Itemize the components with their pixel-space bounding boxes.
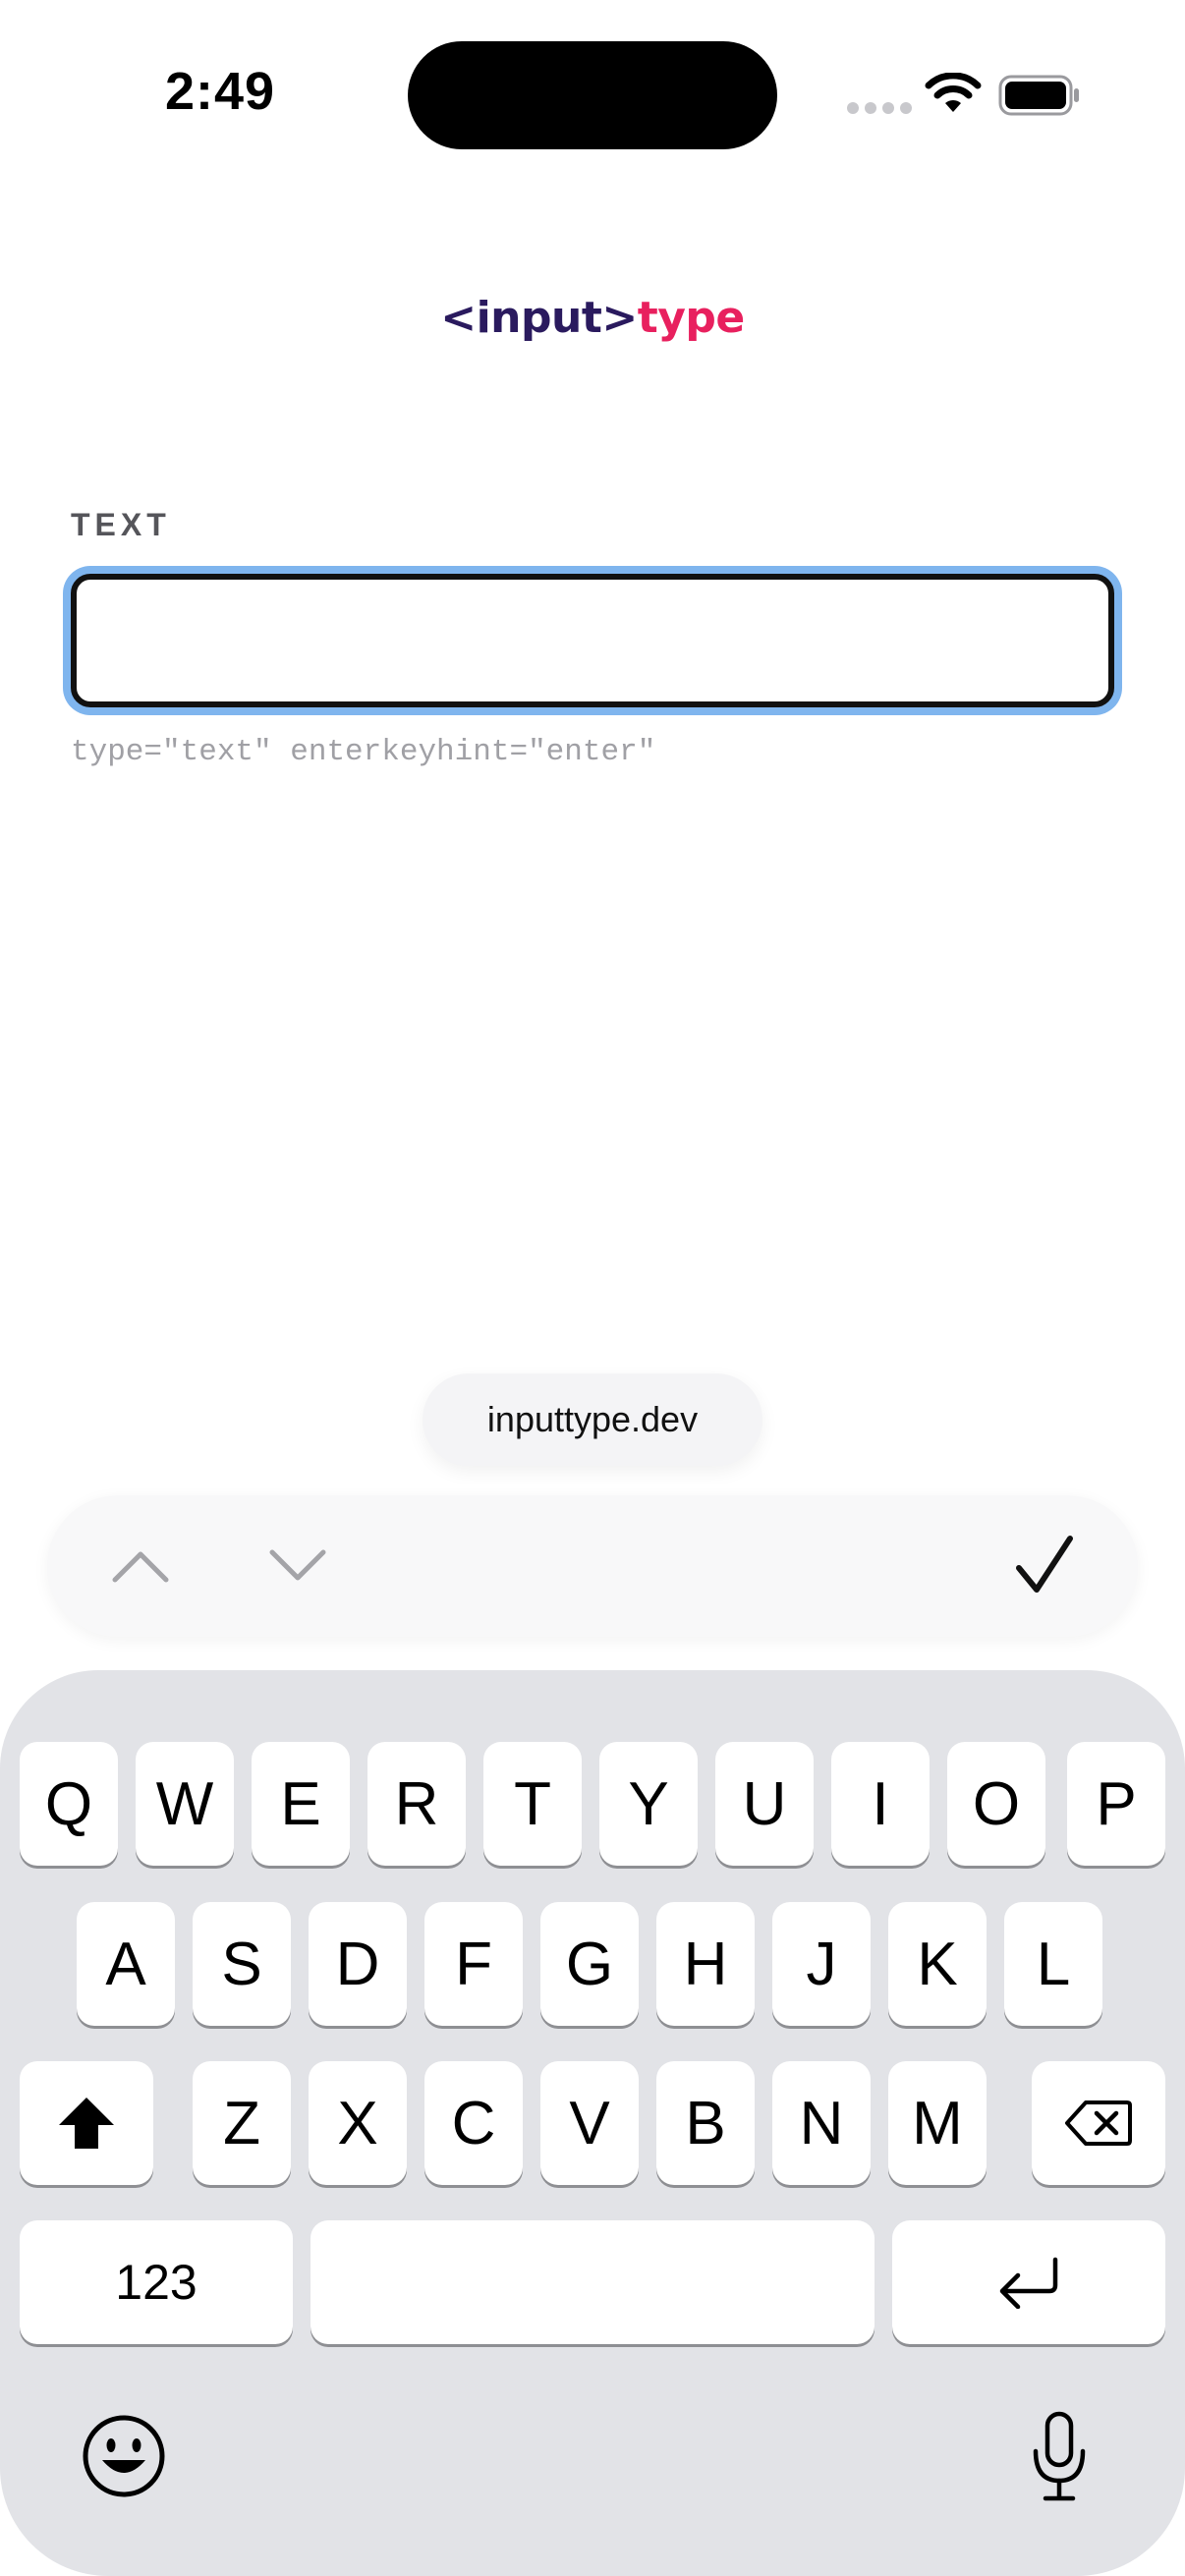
key-t[interactable]: T: [483, 1742, 582, 1866]
backspace-icon: [1065, 2100, 1132, 2146]
keyboard-accessory-bar: [47, 1495, 1138, 1637]
logo-tag: <input>: [440, 293, 638, 343]
chevron-down-icon: [269, 1549, 326, 1581]
dictation-button[interactable]: [1010, 2403, 1108, 2511]
wifi-icon: [925, 73, 982, 112]
key-m[interactable]: M: [888, 2061, 987, 2185]
shift-icon: [59, 2098, 114, 2149]
key-r[interactable]: R: [367, 1742, 466, 1866]
cellular-signal-icon: [847, 102, 912, 114]
key-w[interactable]: W: [136, 1742, 234, 1866]
key-c[interactable]: C: [424, 2061, 523, 2185]
return-key[interactable]: [892, 2220, 1165, 2344]
key-b[interactable]: B: [656, 2061, 755, 2185]
app-logo: <input>type: [0, 293, 1185, 343]
logo-word: type: [637, 293, 746, 343]
key-p[interactable]: P: [1067, 1742, 1165, 1866]
key-k[interactable]: K: [888, 1902, 987, 2026]
key-g[interactable]: G: [540, 1902, 639, 2026]
previous-field-button[interactable]: [86, 1495, 195, 1637]
checkmark-icon: [1016, 1536, 1073, 1593]
keyboard: Q W E R T Y U I O P A S D F G H J K L Z …: [0, 1670, 1185, 2576]
key-o[interactable]: O: [947, 1742, 1045, 1866]
status-time: 2:49: [165, 62, 276, 121]
key-d[interactable]: D: [309, 1902, 407, 2026]
backspace-key[interactable]: [1032, 2061, 1165, 2185]
key-j[interactable]: J: [772, 1902, 871, 2026]
emoji-icon: [83, 2415, 165, 2497]
field-hint: type="text" enterkeyhint="enter": [71, 735, 656, 769]
key-i[interactable]: I: [831, 1742, 930, 1866]
microphone-icon: [1033, 2411, 1086, 2501]
key-n[interactable]: N: [772, 2061, 871, 2185]
key-a[interactable]: A: [77, 1902, 175, 2026]
shift-key[interactable]: [20, 2061, 153, 2185]
key-l[interactable]: L: [1004, 1902, 1102, 2026]
key-s[interactable]: S: [193, 1902, 291, 2026]
done-button[interactable]: [990, 1495, 1099, 1637]
return-icon: [999, 2257, 1058, 2309]
field-label: TEXT: [71, 507, 171, 542]
key-x[interactable]: X: [309, 2061, 407, 2185]
next-field-button[interactable]: [244, 1495, 352, 1637]
key-y[interactable]: Y: [599, 1742, 698, 1866]
key-u[interactable]: U: [715, 1742, 814, 1866]
space-key[interactable]: [310, 2220, 875, 2344]
emoji-button[interactable]: [75, 2407, 173, 2505]
chevron-up-icon: [112, 1551, 169, 1583]
key-z[interactable]: Z: [193, 2061, 291, 2185]
key-h[interactable]: H: [656, 1902, 755, 2026]
key-v[interactable]: V: [540, 2061, 639, 2185]
key-e[interactable]: E: [252, 1742, 350, 1866]
battery-icon: [998, 75, 1079, 116]
autofill-suggestion[interactable]: inputtype.dev: [423, 1373, 762, 1466]
key-q[interactable]: Q: [20, 1742, 118, 1866]
dynamic-island: [408, 41, 777, 149]
numbers-key[interactable]: 123: [20, 2220, 293, 2344]
text-input[interactable]: [71, 574, 1114, 707]
key-f[interactable]: F: [424, 1902, 523, 2026]
